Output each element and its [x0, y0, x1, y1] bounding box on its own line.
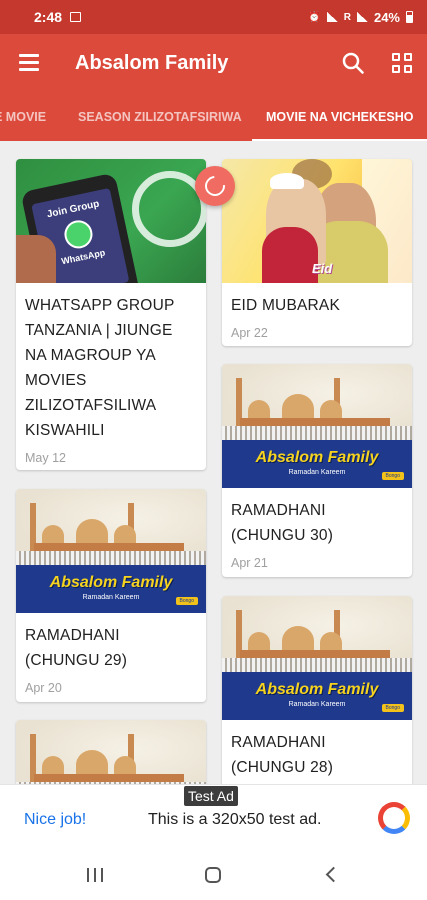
post-title: WHATSAPP GROUP TANZANIA | JIUNGE NA MAGR…: [25, 297, 175, 439]
signal-icon: [326, 12, 338, 22]
tab-movie-na-vichekesho[interactable]: MOVIE NA VICHEKESHO: [266, 110, 413, 124]
battery-percent: 24%: [373, 9, 400, 25]
thumb-tag: Bongo: [175, 597, 198, 605]
thumb-brand-text: Absalom Family: [255, 449, 379, 466]
tab-movie[interactable]: E MOVIE: [0, 110, 46, 124]
post-card[interactable]: Absalom Family Ramadan Kareem Bongo RAMA…: [222, 364, 412, 577]
system-nav-bar: [0, 850, 427, 900]
admob-logo-icon[interactable]: [378, 802, 410, 834]
post-title: RAMADHANI (CHUNGU 28): [231, 734, 334, 776]
grid-view-icon[interactable]: [392, 53, 412, 73]
post-card[interactable]: Absalom Family Ramadan Kareem Bongo RAMA…: [222, 596, 412, 784]
status-bar: 2:48 ⏰ R 24%: [0, 0, 427, 34]
thumb-eid-text: Eid: [312, 261, 333, 276]
post-thumbnail: [16, 720, 206, 784]
status-time: 2:48: [34, 9, 63, 25]
app-bar: Absalom Family: [0, 34, 427, 94]
post-date: May 12: [25, 451, 66, 465]
post-title: RAMADHANI (CHUNGU 30): [231, 502, 334, 544]
post-title: RAMADHANI (CHUNGU 29): [25, 627, 128, 669]
thumb-brand-text: Absalom Family: [49, 574, 173, 591]
back-icon[interactable]: [325, 866, 342, 883]
test-ad-label: Test Ad: [184, 786, 238, 806]
gallery-notification-icon: [70, 12, 82, 22]
post-title: EID MUBARAK: [231, 297, 340, 314]
app-title: Absalom Family: [75, 52, 229, 74]
ad-nice-job-text[interactable]: Nice job!: [24, 811, 86, 829]
recent-apps-icon[interactable]: [87, 868, 103, 882]
thumb-tag: Bongo: [381, 704, 404, 712]
signal-icon-2: [356, 12, 368, 22]
post-card[interactable]: Eid EID MUBARAK Apr 22: [222, 159, 412, 346]
tab-season-zilizotafsiriwa[interactable]: SEASON ZILIZOTAFSIRIWA: [78, 110, 242, 124]
post-thumbnail: Absalom Family Ramadan Kareem Bongo: [222, 364, 412, 488]
data-roaming-label: R: [343, 11, 351, 23]
battery-icon: [406, 11, 413, 23]
hamburger-menu-icon[interactable]: [19, 54, 39, 71]
status-icons: ⏰ R 24%: [308, 10, 413, 25]
post-thumbnail: Absalom Family Ramadan Kareem Bongo: [222, 596, 412, 720]
thumb-brand-text: Absalom Family: [255, 681, 379, 698]
post-card[interactable]: Absalom Family Ramadan Kareem Bongo RAMA…: [16, 489, 206, 702]
alarm-icon: ⏰: [308, 11, 321, 23]
tab-bar: E MOVIE SEASON ZILIZOTAFSIRIWA MOVIE NA …: [0, 94, 427, 141]
thumb-join-group-text: Join Group: [45, 198, 101, 221]
post-thumbnail: Join Group WhatsApp: [16, 159, 206, 283]
post-card[interactable]: [16, 720, 206, 784]
post-date: Apr 22: [231, 326, 268, 340]
ad-body-text[interactable]: This is a 320x50 test ad.: [148, 811, 321, 829]
pull-refresh-icon: [195, 166, 235, 206]
post-thumbnail: Absalom Family Ramadan Kareem Bongo: [16, 489, 206, 613]
home-icon[interactable]: [205, 867, 221, 883]
whatsapp-icon: [61, 217, 96, 251]
search-icon[interactable]: [342, 52, 364, 74]
post-date: Apr 21: [231, 556, 268, 570]
post-feed[interactable]: Join Group WhatsApp WHATSAPP GROUP TANZA…: [0, 141, 427, 784]
post-date: Apr 20: [25, 681, 62, 695]
post-thumbnail: Eid: [222, 159, 412, 283]
hand-image: [16, 235, 56, 283]
thumb-tag: Bongo: [381, 472, 404, 480]
post-card[interactable]: Join Group WhatsApp WHATSAPP GROUP TANZA…: [16, 159, 206, 470]
